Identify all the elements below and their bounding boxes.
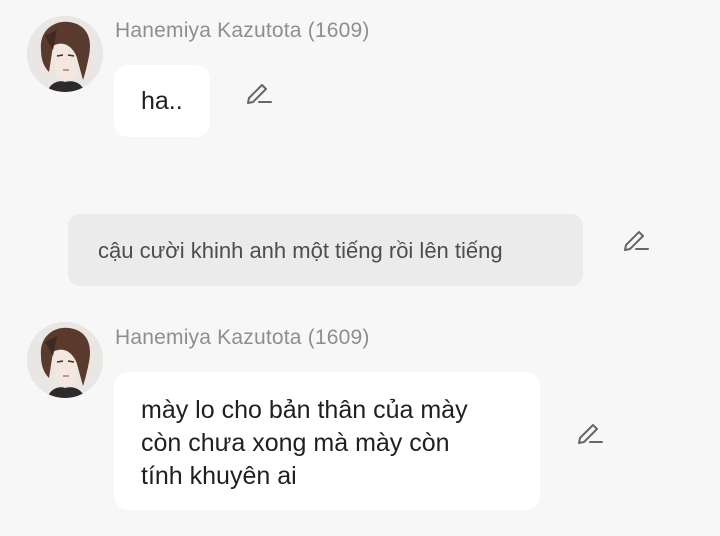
- sender-name: Hanemiya Kazutota (1609): [115, 19, 370, 42]
- message-bubble[interactable]: ha..: [114, 65, 210, 137]
- avatar-illustration: [27, 16, 103, 92]
- sender-name: Hanemiya Kazutota (1609): [115, 326, 370, 349]
- message-text: ha..: [141, 87, 183, 115]
- pencil-edit-icon[interactable]: [245, 78, 273, 106]
- avatar[interactable]: [27, 16, 103, 92]
- chat-screen: Hanemiya Kazutota (1609) ha.. cậu cười k…: [0, 0, 720, 536]
- narration-text: cậu cười khinh anh một tiếng rồi lên tiế…: [98, 238, 503, 263]
- pencil-edit-icon[interactable]: [576, 418, 604, 446]
- narration-bubble[interactable]: cậu cười khinh anh một tiếng rồi lên tiế…: [68, 214, 583, 286]
- pencil-edit-icon[interactable]: [622, 225, 650, 253]
- avatar-illustration: [27, 322, 103, 398]
- message-bubble[interactable]: mày lo cho bản thân của mày còn chưa xon…: [114, 372, 540, 510]
- message-text: mày lo cho bản thân của mày còn chưa xon…: [141, 396, 468, 490]
- avatar[interactable]: [27, 322, 103, 398]
